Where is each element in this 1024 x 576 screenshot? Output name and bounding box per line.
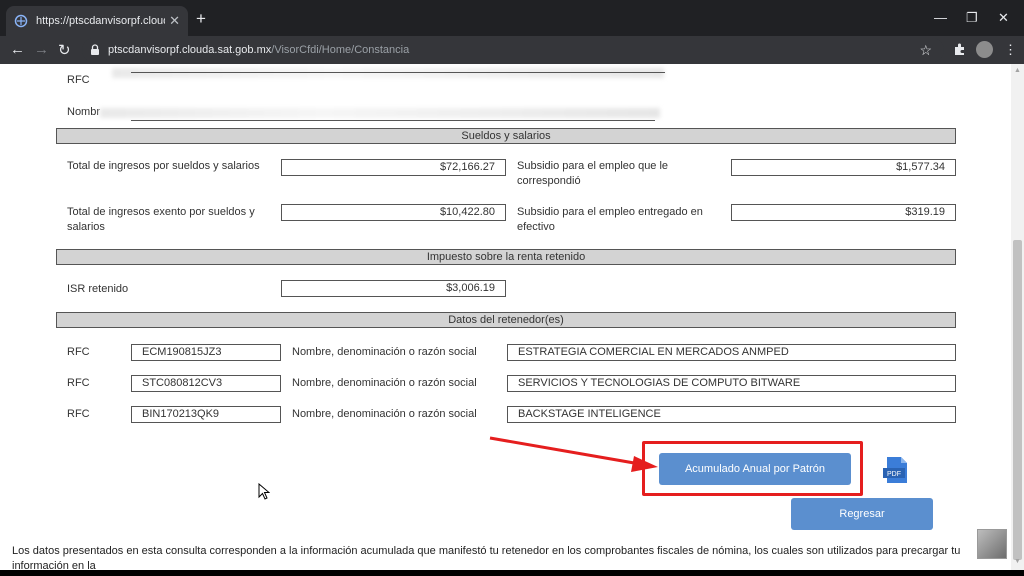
redacted-rfc [112, 68, 664, 78]
retenedor-nombre-value: BACKSTAGE INTELIGENCE [507, 406, 956, 423]
section-datos-retenedor: Datos del retenedor(es) [56, 312, 956, 328]
retenedor-nombre-label: Nombre, denominación o razón social [292, 346, 477, 358]
subsidio-correspondio-label-2: correspondió [517, 175, 581, 187]
section-isr-retenido: Impuesto sobre la renta retenido [56, 249, 956, 265]
lock-icon [91, 44, 99, 55]
scrollbar-thumb[interactable] [1013, 240, 1022, 560]
retenedor-rfc-label: RFC [67, 346, 90, 358]
new-tab-button[interactable]: + [196, 10, 206, 27]
profile-avatar[interactable] [976, 41, 993, 58]
browser-tab[interactable]: https://ptscdanvisorpf.clouda.sat ✕ [6, 6, 188, 36]
retenedor-rfc-value: ECM190815JZ3 [131, 344, 281, 361]
tab-close-icon[interactable]: ✕ [169, 13, 180, 29]
presenter-avatar [977, 529, 1007, 559]
constancia-page: RFC Nombr Sueldos y salarios Total de in… [0, 64, 1011, 570]
url-path: /VisorCfdi/Home/Constancia [271, 44, 410, 56]
retenedor-rfc-label: RFC [67, 408, 90, 420]
mouse-cursor-icon [258, 483, 270, 500]
subsidio-entregado-value: $319.19 [731, 204, 956, 221]
section-sueldos-salarios: Sueldos y salarios [56, 128, 956, 144]
rfc-field-line [131, 72, 665, 73]
window-close-icon[interactable]: ✕ [998, 10, 1009, 26]
browser-menu-icon[interactable]: ⋮ [1004, 42, 1017, 58]
retenedor-rfc-value: BIN170213QK9 [131, 406, 281, 423]
retenedor-rfc-label: RFC [67, 377, 90, 389]
forward-arrow-icon[interactable]: → [34, 41, 49, 58]
redacted-nombre [100, 108, 660, 118]
nombre-label: Nombr [67, 106, 101, 118]
exento-label-2: salarios [67, 221, 105, 233]
tab-title: https://ptscdanvisorpf.clouda.sat [36, 15, 165, 27]
scroll-down-icon[interactable]: ▼ [1014, 558, 1021, 565]
isr-retenido-value: $3,006.19 [281, 280, 506, 297]
bottom-strip [0, 570, 1024, 576]
pdf-icon-label: PDF [887, 471, 901, 478]
subsidio-correspondio-label-1: Subsidio para el empleo que le [517, 160, 669, 172]
regresar-button[interactable]: Regresar [791, 498, 933, 530]
total-ingresos-value: $72,166.27 [281, 159, 506, 176]
extensions-icon[interactable] [953, 42, 967, 56]
reload-icon[interactable]: ↻ [58, 41, 71, 59]
sat-favicon-icon [14, 14, 28, 28]
url-host: ptscdanvisorpf.clouda.sat.gob.mx [108, 44, 272, 56]
exento-value: $10,422.80 [281, 204, 506, 221]
page-scrollbar[interactable]: ▲ ▼ [1011, 64, 1024, 570]
nombre-field-line [131, 120, 655, 121]
annotation-arrow-icon [489, 436, 658, 472]
total-ingresos-label: Total de ingresos por sueldos y salarios [67, 160, 260, 172]
subsidio-entregado-label-2: efectivo [517, 221, 555, 233]
rfc-label: RFC [67, 74, 90, 86]
pdf-download-icon[interactable]: PDF [882, 456, 912, 484]
retenedor-nombre-label: Nombre, denominación o razón social [292, 408, 477, 420]
browser-tab-bar: https://ptscdanvisorpf.clouda.sat ✕ + — … [0, 0, 1024, 36]
retenedor-nombre-label: Nombre, denominación o razón social [292, 377, 477, 389]
bookmark-star-icon[interactable]: ☆ [919, 42, 932, 59]
subsidio-entregado-label-1: Subsidio para el empleo entregado en [517, 206, 703, 218]
isr-retenido-label: ISR retenido [67, 283, 129, 295]
subsidio-correspondio-value: $1,577.34 [731, 159, 956, 176]
scroll-up-icon[interactable]: ▲ [1014, 67, 1021, 74]
retenedor-nombre-value: ESTRATEGIA COMERCIAL EN MERCADOS ANMPED [507, 344, 956, 361]
restore-icon[interactable]: ❐ [966, 10, 978, 26]
minimize-icon[interactable]: — [934, 10, 947, 25]
acumulado-anual-button[interactable]: Acumulado Anual por Patrón [659, 453, 851, 485]
address-toolbar: ← → ↻ ptscdanvisorpf.clouda.sat.gob.mx/V… [0, 36, 1024, 64]
back-arrow-icon[interactable]: ← [10, 41, 25, 58]
retenedor-nombre-value: SERVICIOS Y TECNOLOGIAS DE COMPUTO BITWA… [507, 375, 956, 392]
footer-disclaimer: Los datos presentados en esta consulta c… [12, 545, 961, 570]
address-bar[interactable]: ptscdanvisorpf.clouda.sat.gob.mx/VisorCf… [82, 38, 944, 62]
exento-label-1: Total de ingresos exento por sueldos y [67, 206, 255, 218]
retenedor-rfc-value: STC080812CV3 [131, 375, 281, 392]
